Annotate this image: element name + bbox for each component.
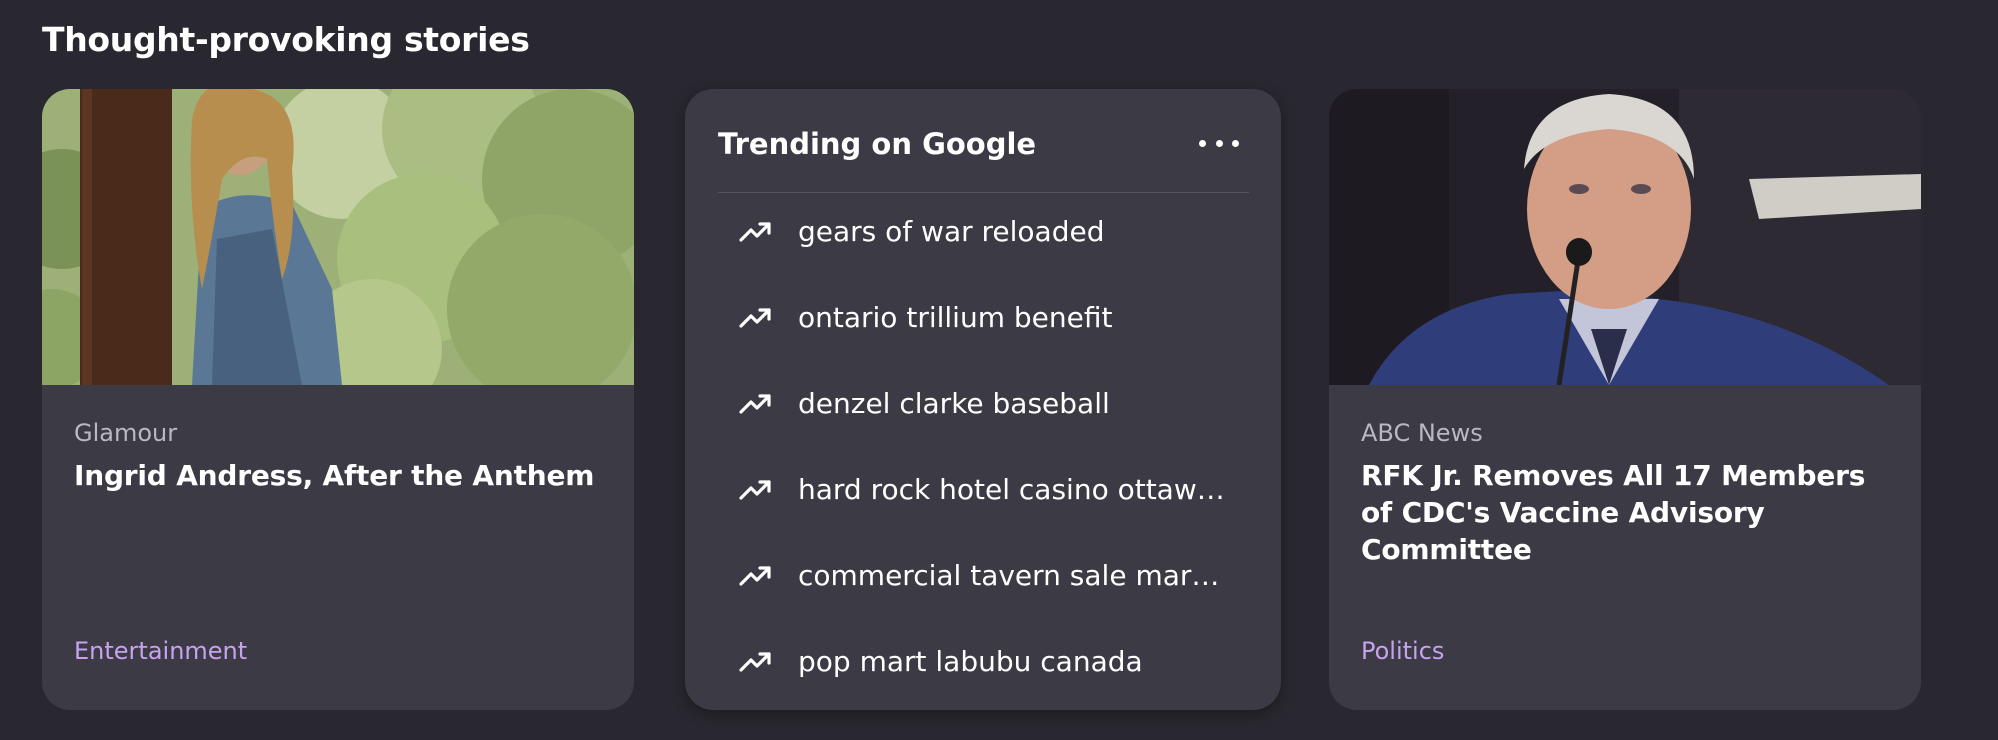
story-card-glamour[interactable]: Glamour Ingrid Andress, After the Anthem… xyxy=(42,89,634,710)
trending-item[interactable]: pop mart labubu canada xyxy=(739,631,1279,691)
section-title: Thought-provoking stories xyxy=(42,20,530,59)
more-dot-icon xyxy=(1199,139,1206,147)
trending-up-icon xyxy=(739,480,771,500)
story-image xyxy=(1329,89,1921,385)
story-source: Glamour xyxy=(74,419,178,447)
trending-up-icon xyxy=(739,394,771,414)
trending-title: Trending on Google xyxy=(718,127,1037,161)
trending-label: pop mart labubu canada xyxy=(798,644,1143,678)
story-card-abc-news[interactable]: ABC News RFK Jr. Removes All 17 Members … xyxy=(1329,89,1921,710)
trending-label: denzel clarke baseball xyxy=(798,386,1110,420)
trending-item[interactable]: denzel clarke baseball xyxy=(739,373,1279,433)
trending-label: ontario trillium benefit xyxy=(798,300,1113,334)
trending-label: hard rock hotel casino ottawa... xyxy=(798,472,1234,506)
story-title[interactable]: Ingrid Andress, After the Anthem xyxy=(74,457,602,494)
trending-item[interactable]: ontario trillium benefit xyxy=(739,287,1279,347)
story-title[interactable]: RFK Jr. Removes All 17 Members of CDC's … xyxy=(1361,457,1889,568)
divider xyxy=(718,192,1249,193)
trending-item[interactable]: hard rock hotel casino ottawa... xyxy=(739,459,1279,519)
more-dot-icon xyxy=(1215,139,1223,147)
more-options-button[interactable] xyxy=(1199,133,1239,153)
trending-up-icon xyxy=(739,566,771,586)
story-source: ABC News xyxy=(1361,419,1483,447)
trending-item[interactable]: gears of war reloaded xyxy=(739,201,1279,261)
trending-card: Trending on Google gears of war reloaded… xyxy=(685,89,1281,710)
story-category[interactable]: Politics xyxy=(1361,637,1444,665)
story-category[interactable]: Entertainment xyxy=(74,637,247,665)
trending-up-icon xyxy=(739,308,771,328)
story-image xyxy=(42,89,634,385)
more-dot-icon xyxy=(1232,139,1239,147)
trending-label: gears of war reloaded xyxy=(798,214,1105,248)
trending-up-icon xyxy=(739,222,771,242)
trending-item[interactable]: commercial tavern sale maryhill xyxy=(739,545,1279,605)
trending-label: commercial tavern sale maryhill xyxy=(798,558,1234,592)
trending-up-icon xyxy=(739,652,771,672)
